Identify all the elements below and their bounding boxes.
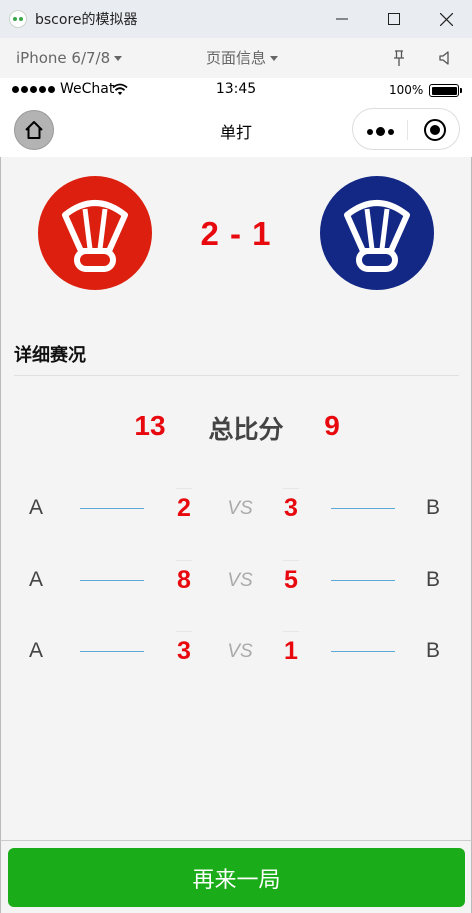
set-row: A 2 VS 3 B: [1, 488, 472, 528]
match-score: 2 - 1: [200, 215, 272, 252]
window-title: bscore的模拟器: [35, 12, 138, 28]
total-score-b: 9: [324, 410, 340, 441]
window-controls: [316, 0, 472, 38]
divider-line: [80, 508, 144, 509]
set-row: A 8 VS 5 B: [1, 560, 472, 600]
team-b-avatar: [320, 176, 434, 290]
divider-line: [331, 651, 395, 652]
vs-label: VS: [227, 570, 253, 591]
window-titlebar: bscore的模拟器: [0, 0, 472, 38]
minimize-icon: [336, 18, 348, 20]
nav-bar: 单打: [0, 103, 472, 157]
phone-status-bar: WeChat 13:45 100%: [0, 78, 472, 103]
divider-line: [80, 651, 144, 652]
maximize-icon: [388, 13, 400, 25]
simulator-toolbar: iPhone 6/7/8 页面信息: [0, 38, 472, 78]
page-info-label: 页面信息: [206, 49, 267, 67]
device-selector[interactable]: iPhone 6/7/8: [16, 38, 123, 78]
vs-label: VS: [227, 498, 253, 519]
vs-label: VS: [227, 641, 253, 662]
set-score-a: 8: [168, 560, 200, 595]
section-divider: [14, 375, 459, 376]
total-score-label: 总比分: [208, 415, 284, 444]
device-label: iPhone 6/7/8: [16, 49, 111, 67]
set-score-a: 3: [168, 631, 200, 666]
main-content: 2 - 1 详细赛况 13 总比分 9 A 2 VS 3 B A 8 VS 5 …: [0, 157, 472, 840]
minimize-button[interactable]: [316, 0, 368, 38]
set-score-b: 1: [275, 631, 307, 666]
player-a-name: A: [29, 568, 44, 591]
set-score-b: 5: [275, 560, 307, 595]
capsule-divider: [407, 120, 408, 140]
total-score-a: 13: [134, 410, 166, 441]
maximize-button[interactable]: [368, 0, 420, 38]
shuttlecock-icon: [344, 200, 410, 272]
set-row: A 3 VS 1 B: [1, 631, 472, 671]
shuttlecock-icon: [62, 200, 128, 272]
play-again-button[interactable]: 再来一局: [8, 848, 465, 907]
speaker-icon[interactable]: [437, 49, 455, 67]
battery-icon: [429, 84, 462, 97]
close-button[interactable]: [420, 0, 472, 38]
battery-percentage: 100%: [389, 83, 424, 97]
more-options-button[interactable]: [367, 127, 394, 136]
close-mini-program-button[interactable]: [424, 119, 446, 141]
player-a-name: A: [29, 639, 44, 662]
footer-bar: 再来一局: [0, 840, 472, 913]
player-b-name: B: [426, 639, 441, 662]
mini-program-capsule: [352, 108, 460, 150]
chevron-down-icon: [114, 56, 123, 61]
target-icon: [430, 125, 440, 135]
total-score-row: 13 总比分 9: [1, 410, 472, 446]
app-logo-icon: [9, 10, 27, 28]
divider-line: [331, 508, 395, 509]
player-b-name: B: [426, 496, 441, 519]
page-info-selector[interactable]: 页面信息: [206, 38, 279, 78]
set-score-a: 2: [168, 488, 200, 523]
team-a-avatar: [38, 176, 152, 290]
divider-line: [331, 580, 395, 581]
details-heading: 详细赛况: [14, 345, 86, 366]
set-score-b: 3: [275, 488, 307, 523]
player-b-name: B: [426, 568, 441, 591]
chevron-down-icon: [270, 56, 279, 61]
player-a-name: A: [29, 496, 44, 519]
divider-line: [80, 580, 144, 581]
pin-icon[interactable]: [390, 49, 408, 67]
close-icon: [439, 12, 453, 26]
